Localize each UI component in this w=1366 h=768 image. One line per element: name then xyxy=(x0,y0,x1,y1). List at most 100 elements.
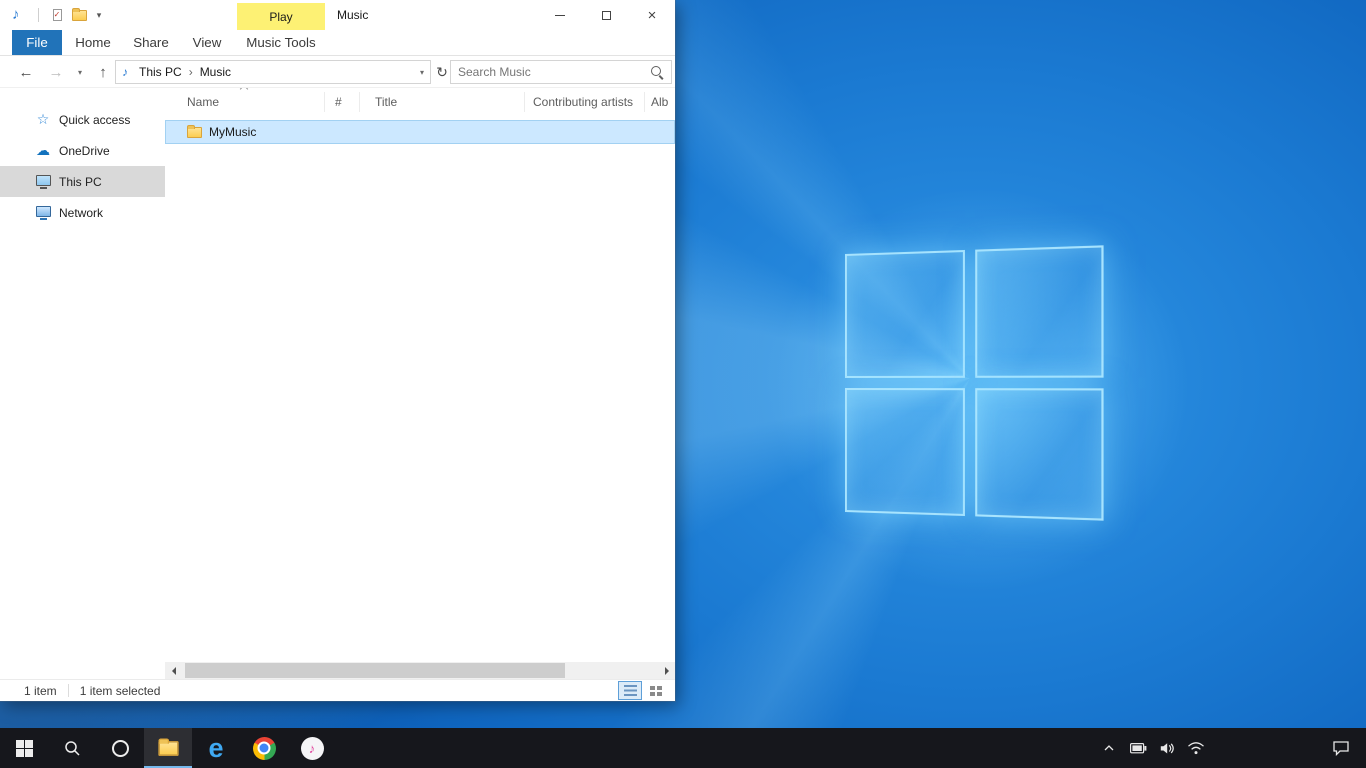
qat-separator xyxy=(38,8,39,22)
desktop: ♪ ✓ ▾ Play Music × File Home Share View … xyxy=(0,0,1366,768)
contextual-tab-header[interactable]: Play xyxy=(237,3,325,30)
sidebar-item-network[interactable]: Network xyxy=(0,197,165,228)
column-header-album[interactable]: Alb xyxy=(645,92,675,112)
tab-view[interactable]: View xyxy=(185,30,229,55)
address-dropdown-icon[interactable]: ▾ xyxy=(420,68,424,77)
windows-logo-icon xyxy=(16,740,33,757)
large-icons-view-button[interactable] xyxy=(644,681,668,700)
edge-icon: e xyxy=(208,736,223,760)
windows-logo xyxy=(845,245,1104,520)
large-icons-view-icon xyxy=(650,686,662,696)
action-center-button[interactable] xyxy=(1324,728,1358,768)
tab-file[interactable]: File xyxy=(12,30,62,55)
address-bar[interactable]: ♪ This PC › Music ▾ xyxy=(115,60,431,84)
music-note-icon: ♪ xyxy=(12,7,20,22)
speaker-icon xyxy=(1160,742,1174,755)
system-tray xyxy=(1097,728,1208,768)
qat-customize-dropdown[interactable]: ▾ xyxy=(90,6,108,24)
sidebar-item-this-pc[interactable]: This PC xyxy=(0,166,165,197)
search-input[interactable] xyxy=(458,65,650,79)
tab-share[interactable]: Share xyxy=(128,30,174,55)
view-toggles xyxy=(618,681,668,700)
cortana-button[interactable] xyxy=(96,728,144,768)
windows-logo-pane xyxy=(975,245,1103,378)
qat-new-folder-button[interactable] xyxy=(70,6,88,24)
details-view-icon xyxy=(624,685,637,696)
item-count: 1 item xyxy=(24,684,57,698)
taskbar: e ♪ xyxy=(0,728,1366,768)
sidebar-item-onedrive[interactable]: ☁ OneDrive xyxy=(0,135,165,166)
ribbon-tab-bar: File Home Share View Music Tools xyxy=(0,30,675,56)
file-list[interactable]: MyMusic xyxy=(165,116,675,662)
sidebar-item-label: Quick access xyxy=(59,113,130,127)
column-header-title[interactable]: Title xyxy=(360,92,525,112)
back-button[interactable]: ← xyxy=(14,56,38,88)
computer-icon xyxy=(34,178,52,186)
taskbar-search-button[interactable] xyxy=(48,728,96,768)
sort-ascending-icon xyxy=(240,88,248,93)
windows-logo-pane xyxy=(975,388,1103,521)
taskbar-edge-button[interactable]: e xyxy=(192,728,240,768)
start-button[interactable] xyxy=(0,728,48,768)
taskbar-file-explorer-button[interactable] xyxy=(144,728,192,768)
column-headers: Name # Title Contributing artists Alb xyxy=(165,88,675,116)
windows-logo-pane xyxy=(845,388,965,516)
file-name: MyMusic xyxy=(209,125,256,139)
column-header-name[interactable]: Name xyxy=(165,92,325,112)
show-hidden-icons-button[interactable] xyxy=(1097,728,1121,768)
cloud-icon: ☁ xyxy=(34,142,52,159)
navigation-bar: ← → ▾ ↑ ♪ This PC › Music ▾ ↻ xyxy=(0,56,675,88)
sidebar-item-quick-access[interactable]: ☆ Quick access xyxy=(0,104,165,135)
column-header-contributing-artists[interactable]: Contributing artists xyxy=(525,92,645,112)
taskbar-chrome-button[interactable] xyxy=(240,728,288,768)
chevron-up-icon xyxy=(1103,744,1115,752)
selection-count: 1 item selected xyxy=(80,684,161,698)
file-row-mymusic[interactable]: MyMusic xyxy=(165,120,675,144)
taskbar-itunes-button[interactable]: ♪ xyxy=(288,728,336,768)
maximize-button[interactable] xyxy=(583,0,629,30)
status-divider xyxy=(68,684,69,697)
tab-music-tools[interactable]: Music Tools xyxy=(237,30,325,55)
window-controls: × xyxy=(537,0,675,30)
scroll-left-button[interactable] xyxy=(165,662,182,679)
qat-properties-button[interactable]: ✓ xyxy=(48,6,66,24)
search-icon xyxy=(64,740,81,757)
action-center-icon xyxy=(1332,740,1350,756)
minimize-button[interactable] xyxy=(537,0,583,30)
up-button[interactable]: ↑ xyxy=(92,56,114,88)
properties-icon: ✓ xyxy=(53,9,62,21)
refresh-button[interactable]: ↻ xyxy=(433,56,451,88)
forward-button[interactable]: → xyxy=(44,56,68,88)
battery-tray-button[interactable] xyxy=(1126,728,1150,768)
column-header-number[interactable]: # xyxy=(325,92,360,112)
scrollbar-thumb[interactable] xyxy=(185,663,565,678)
folder-icon xyxy=(187,127,202,138)
volume-tray-button[interactable] xyxy=(1155,728,1179,768)
minimize-icon xyxy=(555,15,565,16)
file-explorer-icon xyxy=(158,741,178,756)
scroll-right-button[interactable] xyxy=(658,662,675,679)
details-view-button[interactable] xyxy=(618,681,642,700)
network-tray-button[interactable] xyxy=(1184,728,1208,768)
horizontal-scrollbar[interactable] xyxy=(165,662,675,679)
breadcrumb-music[interactable]: Music xyxy=(193,61,238,83)
search-box[interactable] xyxy=(450,60,672,84)
file-list-pane: Name # Title Contributing artists Alb xyxy=(165,88,675,679)
tab-home[interactable]: Home xyxy=(70,30,116,55)
recent-locations-dropdown[interactable]: ▾ xyxy=(72,56,88,88)
circle-icon xyxy=(112,740,129,757)
star-icon: ☆ xyxy=(34,111,52,128)
window-body: ☆ Quick access ☁ OneDrive This PC Networ… xyxy=(0,88,675,679)
battery-icon xyxy=(1130,743,1147,754)
close-icon: × xyxy=(648,8,657,23)
location-music-icon: ♪ xyxy=(122,65,128,79)
search-icon xyxy=(650,65,664,79)
maximize-icon xyxy=(602,11,611,20)
title-bar[interactable]: ♪ ✓ ▾ Play Music × xyxy=(0,0,675,30)
windows-logo-pane xyxy=(845,250,965,378)
itunes-icon: ♪ xyxy=(301,737,324,760)
sidebar-item-label: This PC xyxy=(59,175,102,189)
breadcrumb-this-pc[interactable]: This PC xyxy=(132,61,189,83)
close-button[interactable]: × xyxy=(629,0,675,30)
sidebar-item-label: Network xyxy=(59,206,103,220)
